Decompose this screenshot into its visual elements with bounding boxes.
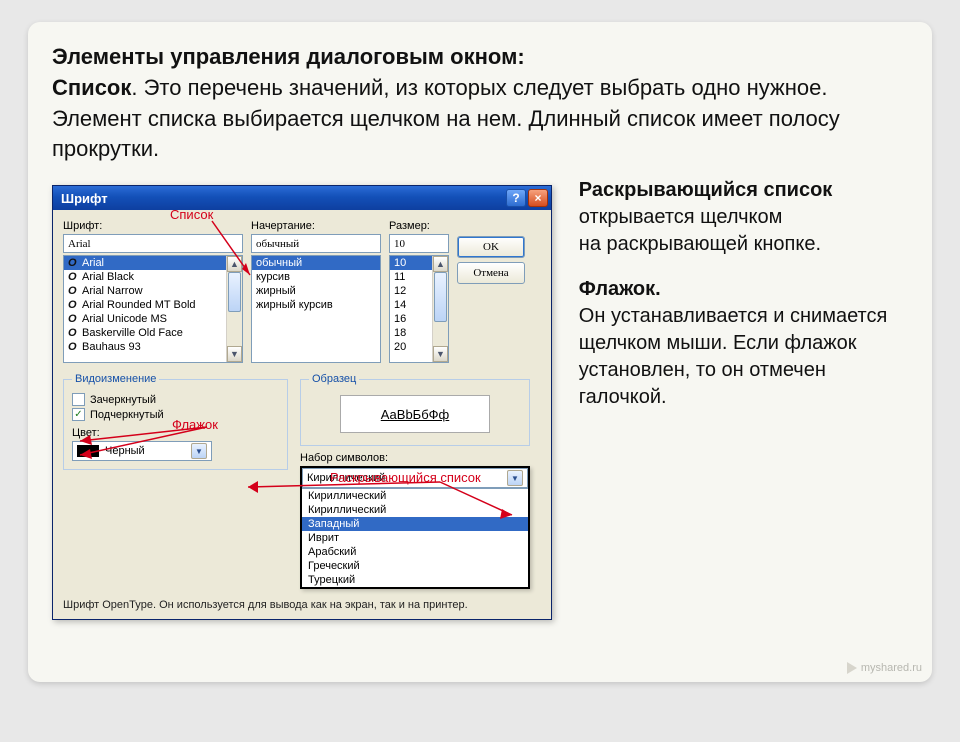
dropdown-item[interactable]: Кириллический [302,489,528,503]
dropdown-item[interactable]: Кириллический [302,503,528,517]
watermark-text: myshared.ru [861,662,922,674]
strike-checkbox[interactable]: Зачеркнутый [72,393,279,406]
side-p1-bold: Раскрывающийся список [579,179,833,201]
heading-body: . Это перечень значений, из которых след… [52,75,840,162]
scroll-down-icon[interactable]: ▼ [433,346,448,362]
list-item[interactable]: Baskerville Old Face [64,326,242,340]
screenshot-wrap: Шрифт ? × Шрифт: ArialArial BlackArial N… [52,177,561,637]
side-p2-bold: Флажок. [579,278,661,300]
charset-dropdown-panel[interactable]: КириллическийКириллическийЗападныйИвритА… [302,488,528,587]
font-input[interactable] [63,234,243,253]
font-dialog: Шрифт ? × Шрифт: ArialArial BlackArial N… [52,185,552,620]
scroll-thumb[interactable] [434,272,447,322]
color-swatch [77,445,99,457]
chevron-down-icon[interactable]: ▼ [507,470,523,486]
strike-label: Зачеркнутый [90,394,156,406]
dialog-body: Шрифт: ArialArial BlackArial NarrowArial… [53,210,551,619]
color-dropdown[interactable]: Черный ▼ [72,441,212,461]
annotation-list: Список [170,207,213,222]
sample-group: Образец АаBbБбФф [300,373,530,446]
scroll-up-icon[interactable]: ▲ [433,256,448,272]
dropdown-item[interactable]: Турецкий [302,573,528,587]
list-item[interactable]: Arial [64,256,242,270]
slide: Элементы управления диалоговым окном: Сп… [28,22,932,682]
list-item[interactable]: Arial Rounded MT Bold [64,298,242,312]
list-item[interactable]: Bauhaus 93 [64,340,242,354]
side-p1-rest: открывается щелчком на раскрывающей кноп… [579,206,821,255]
scroll-down-icon[interactable]: ▼ [227,346,242,362]
label-charset: Набор символов: [300,452,530,464]
label-size: Размер: [389,220,449,232]
scrollbar-size[interactable]: ▲ ▼ [432,256,448,362]
list-item[interactable]: Arial Unicode MS [64,312,242,326]
label-style: Начертание: [251,220,381,232]
dropdown-item[interactable]: Западный [302,517,528,531]
annotation-checkbox: Флажок [172,417,218,432]
style-input[interactable] [251,234,381,253]
heading-block: Элементы управления диалоговым окном: Сп… [52,42,908,165]
cancel-button[interactable]: Отмена [457,262,525,284]
dropdown-item[interactable]: Греческий [302,559,528,573]
help-icon[interactable]: ? [506,189,526,207]
play-icon [847,662,857,674]
size-input[interactable] [389,234,449,253]
dropdown-item[interactable]: Иврит [302,531,528,545]
side-p2-rest: Он устанавливается и снимается щелчком м… [579,305,888,408]
sample-preview: АаBbБбФф [340,395,490,433]
list-item[interactable]: Arial Black [64,270,242,284]
size-listbox[interactable]: 10111214161820 ▲ ▼ [389,255,449,363]
heading-title: Элементы управления диалоговым окном: [52,44,525,69]
scroll-thumb[interactable] [228,272,241,312]
list-item[interactable]: обычный [252,256,380,270]
scroll-up-icon[interactable]: ▲ [227,256,242,272]
watermark: myshared.ru [847,662,922,674]
close-icon[interactable]: × [528,189,548,207]
dialog-title: Шрифт [61,191,108,206]
list-item[interactable]: Arial Narrow [64,284,242,298]
annotation-dropdown: Раскрывающийся список [330,470,481,485]
list-item[interactable]: жирный курсив [252,298,380,312]
scrollbar[interactable]: ▲ ▼ [226,256,242,362]
font-hint: Шрифт OpenType. Он используется для выво… [63,599,541,611]
dropdown-item[interactable]: Арабский [302,545,528,559]
ok-button[interactable]: OK [457,236,525,258]
sample-legend: Образец [309,373,359,385]
list-item[interactable]: курсив [252,270,380,284]
underline-label: Подчеркнутый [90,409,164,421]
label-font: Шрифт: [63,220,243,232]
chevron-down-icon[interactable]: ▼ [191,443,207,459]
side-text: Раскрывающийся список открывается щелчко… [579,177,908,429]
dialog-titlebar[interactable]: Шрифт ? × [53,186,551,210]
effects-legend: Видоизменение [72,373,159,385]
heading-list-bold: Список [52,75,131,100]
color-value: Черный [105,445,145,457]
list-item[interactable]: жирный [252,284,380,298]
style-listbox[interactable]: обычныйкурсивжирныйжирный курсив [251,255,381,363]
font-listbox[interactable]: ArialArial BlackArial NarrowArial Rounde… [63,255,243,363]
content-row: Шрифт ? × Шрифт: ArialArial BlackArial N… [52,177,908,637]
